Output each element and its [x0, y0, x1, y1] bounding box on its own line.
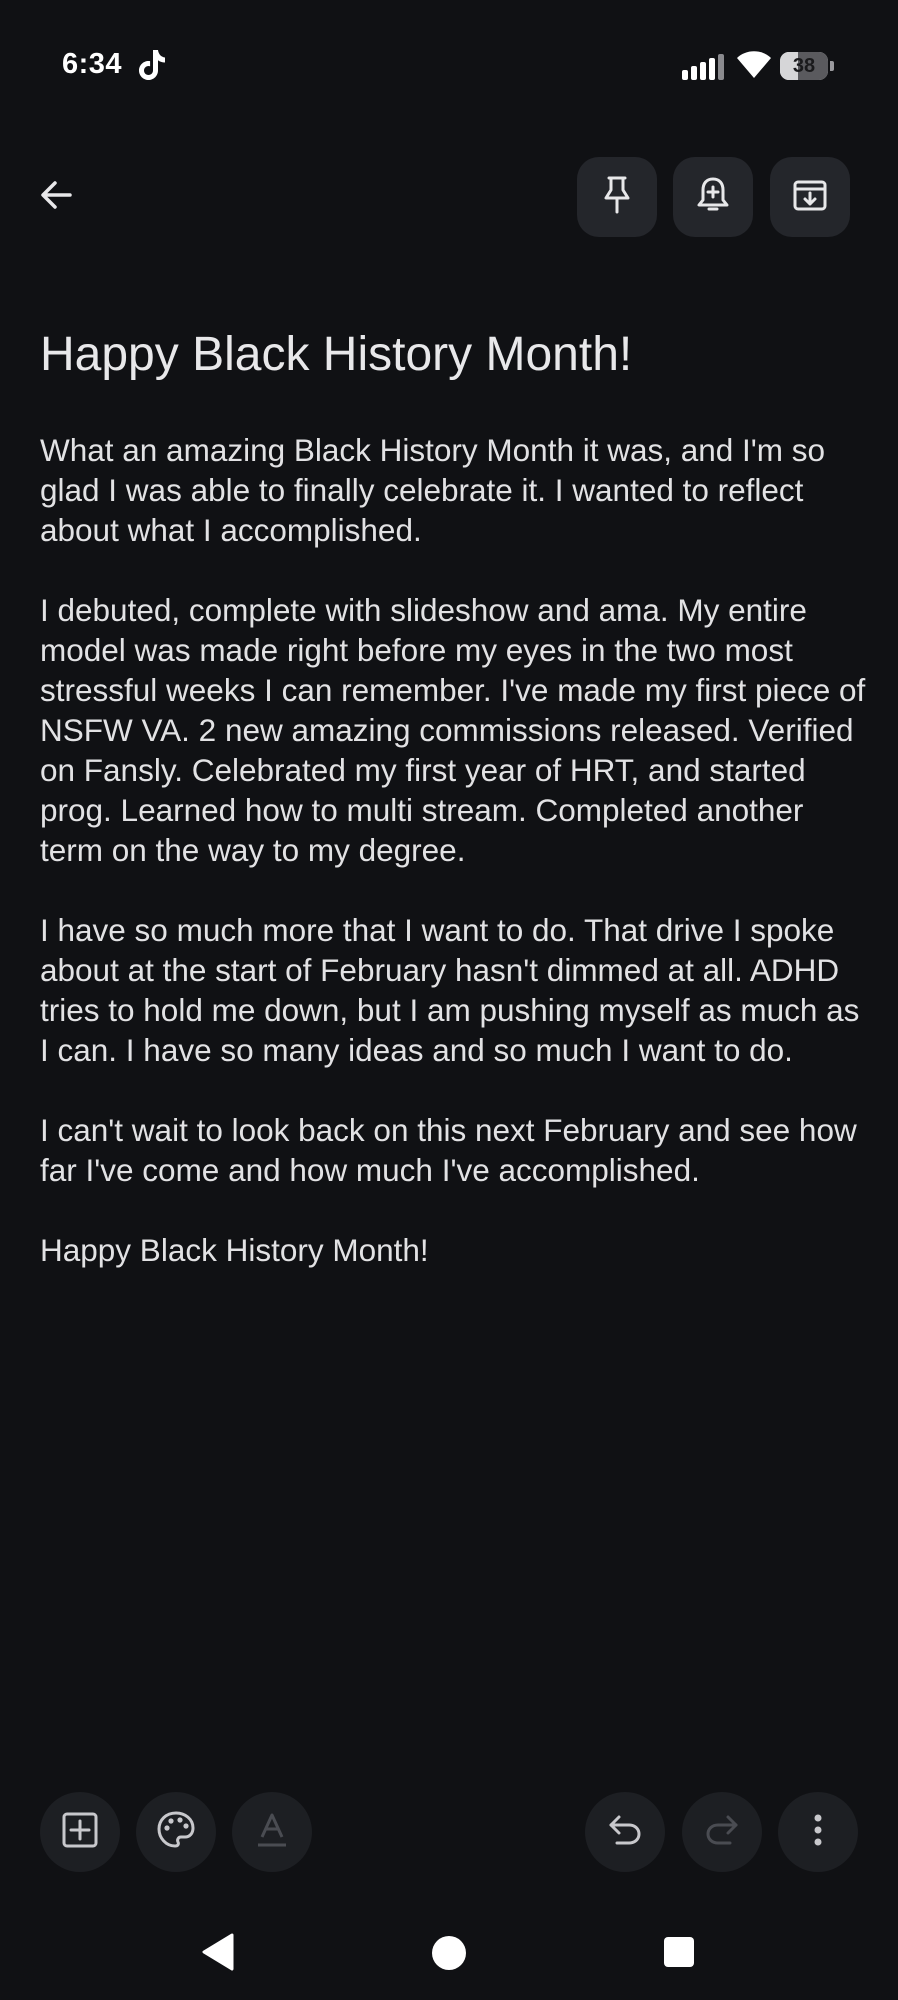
note-title[interactable]: Happy Black History Month!	[40, 322, 860, 388]
back-button[interactable]	[30, 166, 82, 228]
cellular-signal-icon	[682, 54, 726, 80]
back-arrow-icon	[39, 178, 73, 217]
undo-icon	[607, 1813, 643, 1852]
reminder-button[interactable]	[673, 157, 753, 237]
redo-icon	[704, 1813, 740, 1852]
background-color-button[interactable]	[136, 1792, 216, 1872]
nav-back-button[interactable]	[200, 1932, 236, 1972]
more-vert-icon	[812, 1813, 824, 1852]
tiktok-icon	[136, 48, 168, 82]
redo-button	[682, 1792, 762, 1872]
battery-icon: 38	[780, 52, 836, 80]
text-format-icon	[254, 1811, 290, 1854]
add-box-icon	[61, 1811, 99, 1854]
nav-back-icon	[202, 1933, 234, 1971]
pin-icon	[600, 175, 634, 220]
pin-button[interactable]	[577, 157, 657, 237]
note-paragraph: Happy Black History Month!	[40, 1232, 429, 1268]
text-format-button	[232, 1792, 312, 1872]
nav-recents-button[interactable]	[664, 1937, 694, 1967]
note-paragraph: I have so much more that I want to do. T…	[40, 912, 860, 1068]
note-body[interactable]: What an amazing Black History Month it w…	[40, 430, 870, 1310]
battery-level: 38	[792, 55, 816, 77]
note-paragraph: I debuted, complete with slideshow and a…	[40, 592, 866, 868]
note-paragraph: What an amazing Black History Month it w…	[40, 432, 826, 548]
archive-icon	[792, 177, 828, 218]
palette-icon	[156, 1810, 196, 1855]
archive-button[interactable]	[770, 157, 850, 237]
add-reminder-icon	[696, 175, 730, 220]
more-options-button[interactable]	[778, 1792, 858, 1872]
status-time: 6:34	[62, 48, 123, 80]
wifi-icon	[736, 50, 772, 80]
note-paragraph: I can't wait to look back on this next F…	[40, 1112, 857, 1188]
undo-button[interactable]	[585, 1792, 665, 1872]
status-bar: 6:34 38	[0, 0, 898, 130]
add-content-button[interactable]	[40, 1792, 120, 1872]
nav-home-button[interactable]	[432, 1936, 466, 1970]
